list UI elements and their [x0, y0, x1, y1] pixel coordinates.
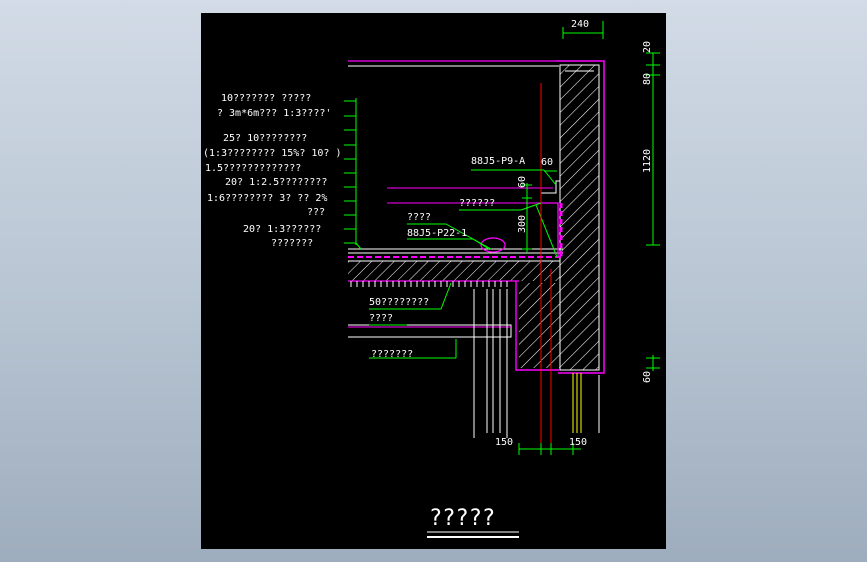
callout-label-a: ??????	[459, 198, 495, 209]
slab-note: 50????????	[369, 297, 429, 308]
layer-note: 10??????? ?????	[221, 93, 311, 104]
slab-note: ???????	[371, 349, 413, 360]
layer-note: ???????	[271, 238, 313, 249]
layer-notes: 10??????? ????? ? 3m*6m??? 1:3????' 25? …	[203, 93, 341, 249]
layer-note: (1:3???????? 15%? 10? )	[203, 148, 341, 159]
layer-leader	[344, 98, 362, 250]
dim-bottom-150-right: 150	[569, 437, 587, 448]
dim-inner-60-v: 60	[517, 176, 528, 188]
layer-note: 1.5?????????????	[205, 163, 301, 174]
slab-note: ????	[369, 313, 393, 324]
dim-right-20: 20	[642, 41, 653, 53]
layer-note: ? 3m*6m??? 1:3????'	[217, 108, 331, 119]
dim-right-80: 80	[642, 73, 653, 85]
detail-drawing: 10??????? ????? ? 3m*6m??? 1:3????' 25? …	[203, 19, 660, 538]
layer-note: ???	[307, 207, 325, 218]
coping-lines	[348, 60, 559, 67]
drawing-sheet[interactable]: 10??????? ????? ? 3m*6m??? 1:3????' 25? …	[201, 13, 666, 549]
layer-note: 1:6???????? 3? ?? 2%	[207, 193, 327, 204]
roof-slab	[348, 237, 563, 287]
dim-top-width: 240	[571, 19, 589, 30]
ref-mid-label: 88J5-P22-1	[407, 228, 467, 239]
layer-note: 25? 10????????	[223, 133, 307, 144]
dim-right-60: 60	[642, 371, 653, 383]
drawing-title-block: ?????	[427, 506, 519, 538]
dim-inner-60-h: 60	[541, 157, 553, 168]
layer-note: 20? 1:2.5????????	[225, 177, 327, 188]
dim-right-1120: 1120	[642, 149, 653, 173]
callout-label-b: ????	[407, 212, 431, 223]
dim-bottom-150-left: 150	[495, 437, 513, 448]
layer-note: 20? 1:3??????	[243, 224, 321, 235]
drawing-title: ?????	[429, 506, 495, 531]
dim-inner-300: 300	[517, 215, 528, 233]
cad-viewport[interactable]: 10??????? ????? ? 3m*6m??? 1:3????' 25? …	[0, 0, 867, 562]
ref-top-label: 88J5-P9-A	[471, 156, 525, 167]
parapet-wall	[556, 60, 605, 374]
